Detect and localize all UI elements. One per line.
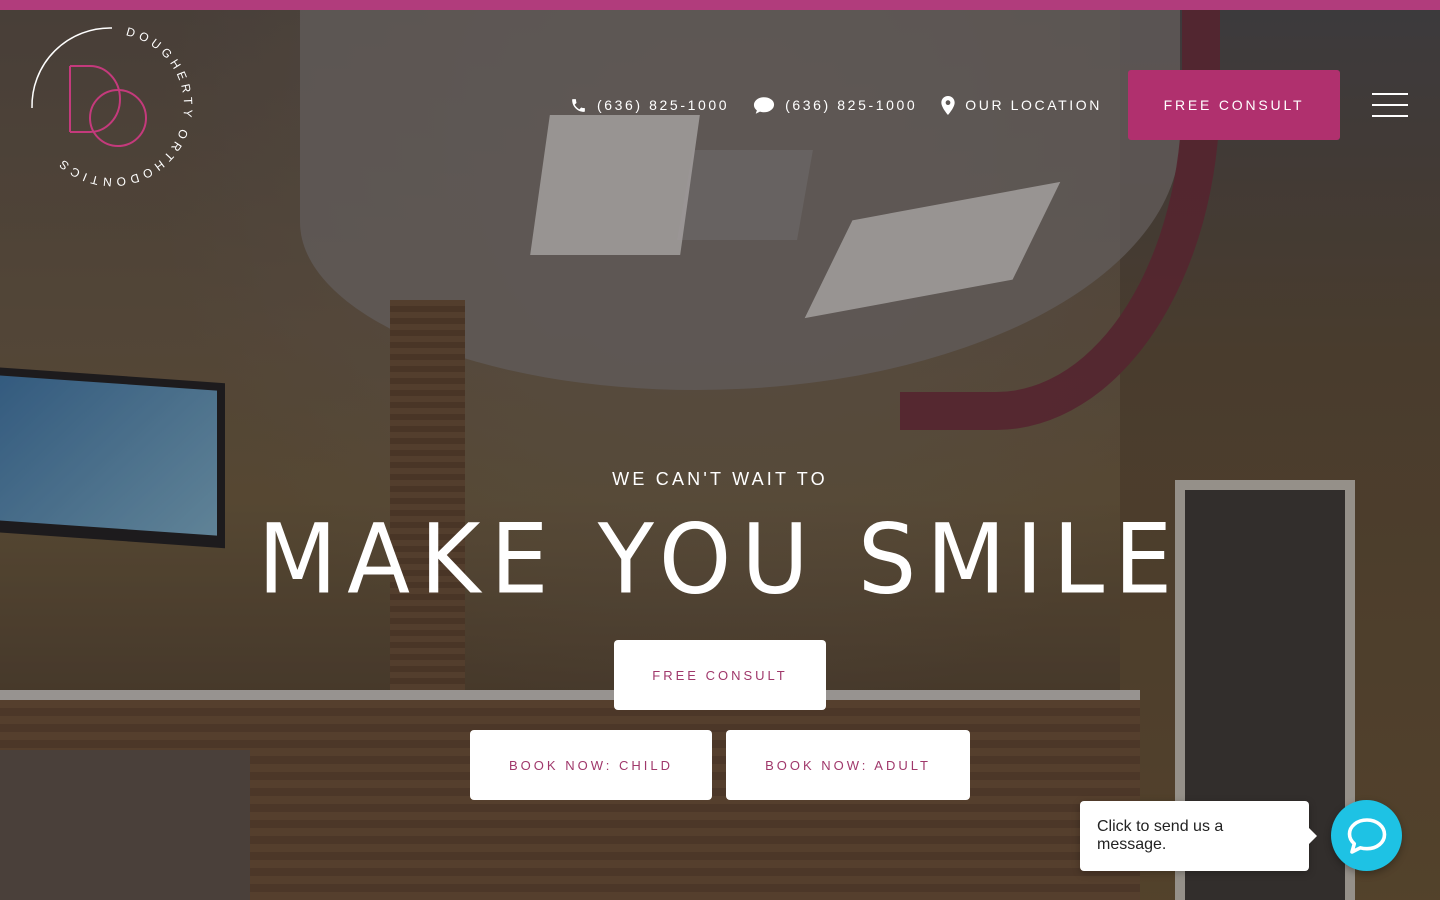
hero-free-consult-button[interactable]: FREE CONSULT [614,640,826,710]
svg-text:DOUGHERTY ORTHODONTICS: DOUGHERTY ORTHODONTICS [53,24,195,189]
phone-label: (636) 825-1000 [596,97,730,113]
top-accent-bar [0,0,1440,10]
location-label: OUR LOCATION [965,97,1102,113]
map-pin-icon [941,95,955,115]
text-label: (636) 825-1000 [785,97,918,113]
hamburger-menu-icon[interactable] [1372,93,1408,117]
hero-overlay [0,10,1440,900]
book-now-adult-button[interactable]: BOOK NOW: ADULT [726,730,970,800]
chat-prompt-bubble[interactable]: Click to send us a message. [1080,801,1317,871]
hero-eyebrow: WE CAN'T WAIT TO [612,469,828,489]
phone-icon [572,98,585,112]
logo-mark-icon: DOUGHERTY ORTHODONTICS [31,24,195,189]
book-now-child-button[interactable]: BOOK NOW: CHILD [470,730,712,800]
location-link[interactable]: OUR LOCATION [941,95,1102,115]
header-nav: (636) 825-1000 (636) 825-1000 OUR LOCATI… [570,70,1440,140]
free-consult-button[interactable]: FREE CONSULT [1128,70,1340,140]
chat-bubble-icon [754,96,775,114]
chat-launcher-button[interactable] [1331,800,1402,871]
text-link[interactable]: (636) 825-1000 [753,96,917,115]
hero-section [0,10,1440,900]
chat-icon [1347,817,1386,854]
hero-headline: MAKE YOU SMILE [257,503,1183,616]
logo-text: DOUGHERTY ORTHODONTICS [53,24,191,189]
logo[interactable]: DOUGHERTY ORTHODONTICS [28,22,196,190]
phone-link[interactable]: (636) 825-1000 [570,97,729,114]
